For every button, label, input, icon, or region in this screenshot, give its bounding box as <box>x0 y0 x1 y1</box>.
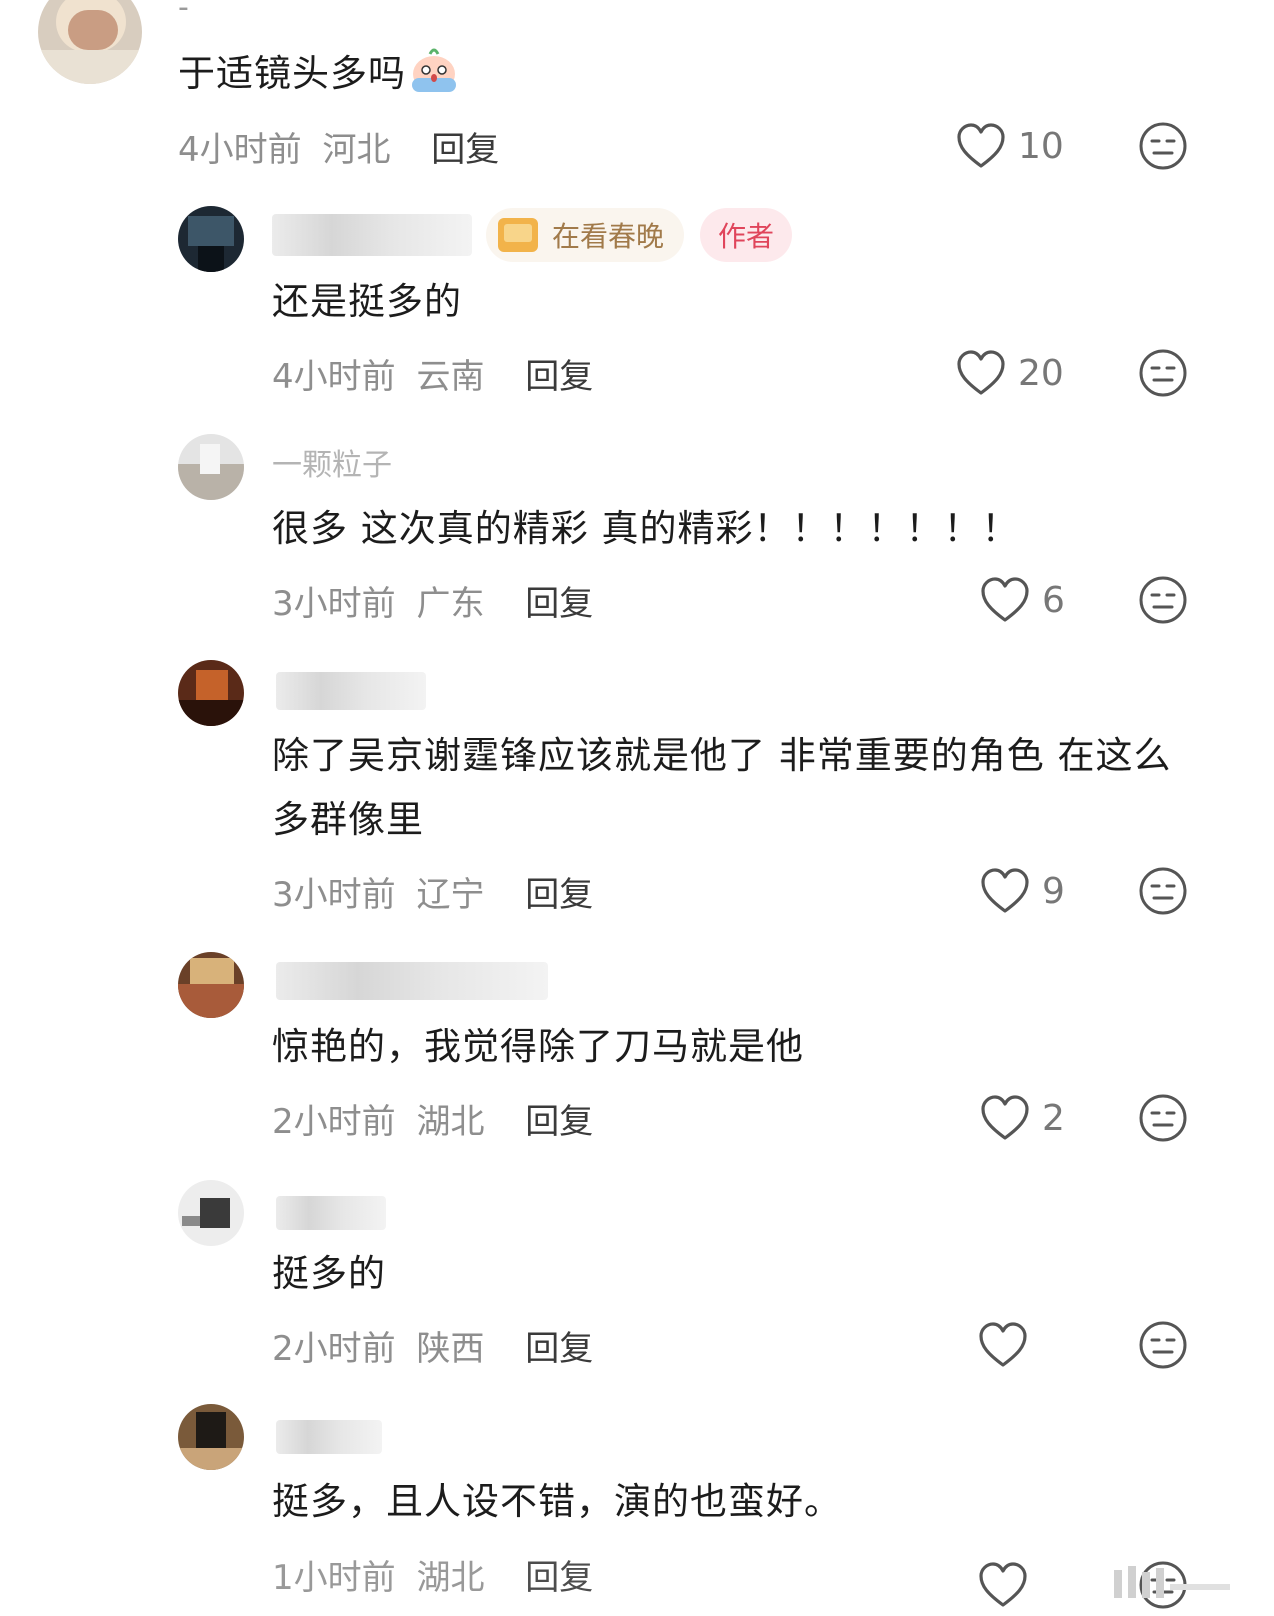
comment-location: 陕西 <box>416 1329 485 1369</box>
avatar[interactable] <box>178 434 244 500</box>
comment-location: 辽宁 <box>416 875 485 915</box>
like-count: 20 <box>1018 352 1064 394</box>
avatar[interactable] <box>178 660 244 726</box>
like-count: 6 <box>1042 579 1065 621</box>
comment-username[interactable]: 一颗粒子 <box>272 440 392 483</box>
comment-text: 惊艳的，我觉得除了刀马就是他 <box>272 1025 804 1068</box>
username-blurred[interactable] <box>276 1420 382 1454</box>
comment-text-content: 于适镜头多吗 <box>178 52 406 95</box>
comment-meta: 3小时前 辽宁 回复 <box>272 867 593 916</box>
heart-outline-icon <box>957 350 1005 395</box>
unamused-face-icon[interactable] <box>1138 866 1188 916</box>
comment-location: 湖北 <box>416 1102 485 1142</box>
heart-outline-icon <box>981 577 1029 622</box>
like-button[interactable] <box>978 1560 1028 1610</box>
like-button[interactable]: 2 <box>980 1093 1065 1143</box>
username-blurred[interactable] <box>272 214 472 256</box>
comment-text: 还是挺多的 <box>272 280 462 323</box>
comment-location: 云南 <box>416 357 485 397</box>
unamused-face-icon[interactable] <box>1138 1093 1188 1143</box>
comment-username[interactable]: - <box>178 0 189 30</box>
like-count: 2 <box>1042 1097 1065 1139</box>
comment-location: 河北 <box>322 130 391 170</box>
reply-button[interactable]: 回复 <box>525 875 593 915</box>
comment-text: 很多 这次真的精彩 真的精彩！！！！！！！ <box>272 507 1020 550</box>
username-blurred[interactable] <box>276 962 548 1000</box>
username-blurred[interactable] <box>276 1196 386 1230</box>
like-button[interactable]: 6 <box>980 575 1065 625</box>
comment-text: 于适镜头多吗 <box>178 42 460 106</box>
watching-badge: 在看春晚 <box>486 208 685 262</box>
crying-face-emoji <box>412 48 456 92</box>
comment-time: 3小时前 <box>272 875 396 915</box>
watching-badge-label: 在看春晚 <box>552 220 665 253</box>
watermark-logo <box>1114 1566 1230 1598</box>
unamused-face-icon[interactable] <box>1138 348 1188 398</box>
comment-meta: 4小时前 云南 回复 <box>272 349 593 398</box>
reply-button[interactable]: 回复 <box>431 130 499 170</box>
comment-meta: 3小时前 广东 回复 <box>272 576 593 625</box>
like-count: 10 <box>1018 125 1064 167</box>
comment-text: 挺多的 <box>272 1252 386 1295</box>
comment-meta: 1小时前 湖北 回复 <box>272 1550 593 1599</box>
author-badge: 作者 <box>700 208 793 262</box>
like-button[interactable] <box>978 1320 1028 1370</box>
comment-text: 挺多，且人设不错，演的也蛮好。 <box>272 1480 842 1523</box>
like-count: 9 <box>1042 870 1065 912</box>
comment-meta: 2小时前 湖北 回复 <box>272 1094 593 1143</box>
heart-outline-icon <box>957 123 1005 168</box>
reply-button[interactable]: 回复 <box>525 1329 593 1369</box>
like-button[interactable]: 9 <box>980 866 1065 916</box>
heart-outline-icon <box>979 1562 1027 1607</box>
avatar[interactable] <box>38 0 142 84</box>
avatar[interactable] <box>178 206 244 272</box>
unamused-face-icon[interactable] <box>1138 1320 1188 1370</box>
tv-icon <box>498 218 538 252</box>
reply-button[interactable]: 回复 <box>525 1558 593 1598</box>
comment-time: 4小时前 <box>178 130 302 170</box>
avatar[interactable] <box>178 1180 244 1246</box>
comment-text: 除了吴京谢霆锋应该就是他了 非常重要的角色 在这么多群像里 <box>272 734 1172 841</box>
author-badge-label: 作者 <box>718 220 775 253</box>
reply-button[interactable]: 回复 <box>525 584 593 624</box>
comment-time: 4小时前 <box>272 357 396 397</box>
reply-button[interactable]: 回复 <box>525 357 593 397</box>
like-button[interactable]: 10 <box>956 121 1064 171</box>
heart-outline-icon <box>981 1095 1029 1140</box>
username-blurred[interactable] <box>276 672 426 710</box>
like-button[interactable]: 20 <box>956 348 1064 398</box>
heart-outline-icon <box>979 1322 1027 1367</box>
comment-time: 2小时前 <box>272 1329 396 1369</box>
comment-location: 湖北 <box>416 1558 485 1598</box>
unamused-face-icon[interactable] <box>1138 121 1188 171</box>
comment-time: 2小时前 <box>272 1102 396 1142</box>
comment-location: 广东 <box>416 584 485 624</box>
comment-time: 1小时前 <box>272 1558 396 1598</box>
reply-button[interactable]: 回复 <box>525 1102 593 1142</box>
avatar[interactable] <box>178 1404 244 1470</box>
comment-meta: 4小时前 河北 回复 <box>178 122 499 171</box>
heart-outline-icon <box>981 868 1029 913</box>
comment-time: 3小时前 <box>272 584 396 624</box>
unamused-face-icon[interactable] <box>1138 575 1188 625</box>
comment-meta: 2小时前 陕西 回复 <box>272 1321 593 1370</box>
avatar[interactable] <box>178 952 244 1018</box>
